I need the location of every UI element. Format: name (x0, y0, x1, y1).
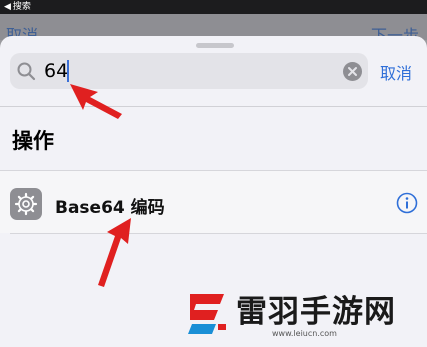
watermark-url: www.leiucn.com (272, 329, 337, 338)
cancel-button[interactable]: 取消 (380, 60, 412, 84)
info-icon[interactable] (396, 192, 418, 214)
section-title: 操作 (12, 129, 54, 153)
search-icon (17, 62, 36, 81)
list-item[interactable]: Base64 编码 (0, 170, 427, 233)
search-input[interactable] (44, 57, 334, 85)
watermark-name: 雷羽手游网 (236, 294, 396, 330)
gear-icon (10, 188, 42, 220)
sheet-grabber[interactable] (196, 43, 234, 48)
clear-icon[interactable] (343, 62, 362, 81)
brand-logo-icon (188, 294, 226, 334)
text-cursor (67, 60, 69, 82)
back-label[interactable]: 搜索 (13, 1, 31, 13)
back-arrow-icon[interactable]: ◀ (4, 1, 11, 13)
status-bar: ◀ 搜索 (0, 0, 427, 14)
divider (10, 233, 427, 234)
result-label: Base64 编码 (55, 198, 165, 218)
watermark: 雷羽手游网 www.leiucn.com (176, 282, 421, 344)
divider (0, 106, 427, 107)
search-field[interactable] (10, 53, 368, 89)
